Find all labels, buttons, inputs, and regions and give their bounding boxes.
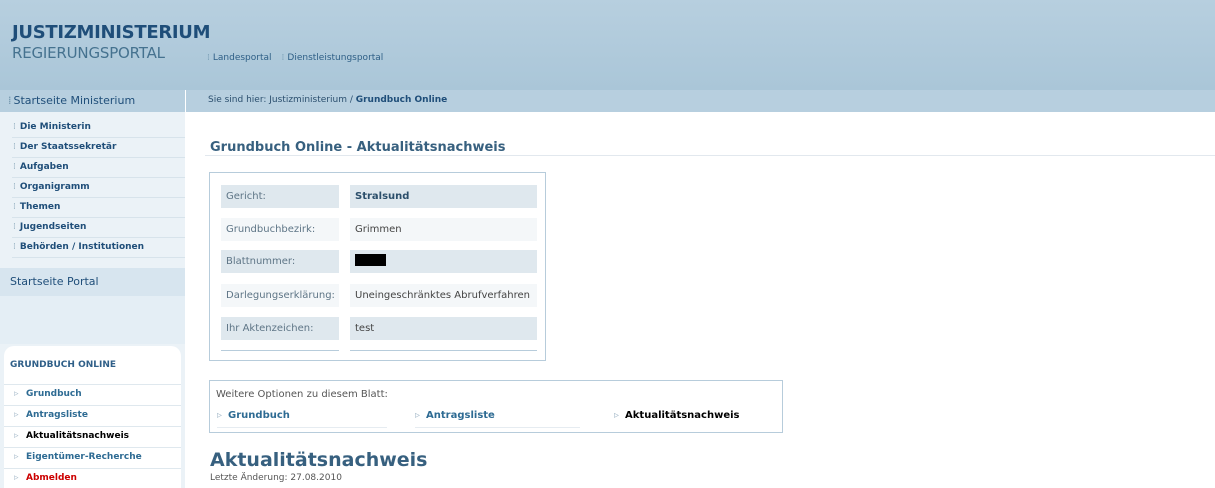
bullet-icon: ⁞ xyxy=(13,222,16,232)
bullet-icon: ⁞ xyxy=(8,94,12,107)
breadcrumb-prefix[interactable]: Sie sind hier: Justizministerium / xyxy=(208,95,356,105)
arrow-right-icon: ▹ xyxy=(614,410,620,421)
bullet-icon: ⁞ xyxy=(13,142,16,152)
breadcrumb-current: Grundbuch Online xyxy=(355,95,448,105)
option-link-grundbuch[interactable]: ▹ Grundbuch xyxy=(217,410,290,421)
option-underline xyxy=(415,427,580,428)
grundbuch-nav-item-antragsliste[interactable]: ▹ Antragsliste xyxy=(4,405,181,426)
info-divider xyxy=(221,350,339,351)
grundbuch-nav: ▹ Grundbuch ▹ Antragsliste ▹ Aktualitätsnac… xyxy=(4,384,181,488)
info-value-redacted xyxy=(350,250,537,273)
redaction-block xyxy=(355,254,386,266)
last-change: Letzte Änderung: 27.08.2010 xyxy=(210,473,342,483)
sidebar-nav: ⁞ Die Ministerin ⁞ Der Staatssekretär ⁞ Auf… xyxy=(12,118,185,258)
info-panel: Gericht: Stralsund Grundbuchbezirk: Grim… xyxy=(209,172,546,361)
grundbuch-nav-item-grundbuch[interactable]: ▹ Grundbuch xyxy=(4,384,181,405)
info-label: Darlegungserklärung: xyxy=(221,284,339,307)
options-panel: Weitere Optionen zu diesem Blatt: ▹ Grund… xyxy=(209,380,783,433)
sidebar-item-themen[interactable]: ⁞ Themen xyxy=(12,198,185,218)
info-divider xyxy=(350,350,537,351)
info-label: Gericht: xyxy=(221,185,339,208)
bullet-icon: ⁞ xyxy=(13,202,16,212)
sidebar-item-ministerin[interactable]: ⁞ Die Ministerin xyxy=(12,118,185,138)
sidebar-spacer xyxy=(0,296,185,344)
title-divider xyxy=(205,155,1215,156)
sidebar-item-behoerden[interactable]: ⁞ Behörden / Institutionen xyxy=(12,238,185,258)
info-label: Grundbuchbezirk: xyxy=(221,218,339,241)
grundbuch-nav-box: GRUNDBUCH ONLINE ▹ Grundbuch ▹ Antragslist… xyxy=(4,346,181,488)
arrow-right-icon: ▹ xyxy=(14,473,19,483)
option-link-aktualitaetsnachweis[interactable]: ▹ Aktualitätsnachweis xyxy=(614,410,740,421)
options-title: Weitere Optionen zu diesem Blatt: xyxy=(216,389,388,400)
bullet-icon: ⁞ xyxy=(13,122,16,132)
logo-subtitle[interactable]: REGIERUNGSPORTAL xyxy=(12,44,165,62)
arrow-right-icon: ▹ xyxy=(415,410,421,421)
arrow-right-icon: ▹ xyxy=(217,410,223,421)
sidebar-item-organigramm[interactable]: ⁞ Organigramm xyxy=(12,178,185,198)
header: JUSTIZMINISTERIUM REGIERUNGSPORTAL ⁞ Land… xyxy=(0,0,1215,90)
arrow-right-icon: ▹ xyxy=(14,389,19,399)
top-link-dienstleistungsportal[interactable]: ⁞ Dienstleistungsportal xyxy=(282,53,384,63)
info-value: Uneingeschränktes Abrufverfahren xyxy=(350,284,537,307)
grundbuch-nav-item-abmelden[interactable]: ▹ Abmelden xyxy=(4,468,181,488)
bullet-icon: ⁞ xyxy=(207,53,210,63)
grundbuch-nav-title: GRUNDBUCH ONLINE xyxy=(10,360,117,370)
info-label: Ihr Aktenzeichen: xyxy=(221,317,339,340)
bullet-icon: ⁞ xyxy=(13,242,16,252)
info-label: Blattnummer: xyxy=(221,250,339,273)
sidebar: ⁞ Startseite Ministerium ⁞ Die Ministerin … xyxy=(0,90,185,488)
info-value: Grimmen xyxy=(350,218,537,241)
arrow-right-icon: ▹ xyxy=(14,452,19,462)
option-link-antragsliste[interactable]: ▹ Antragsliste xyxy=(415,410,495,421)
sidebar-item-aufgaben[interactable]: ⁞ Aufgaben xyxy=(12,158,185,178)
info-value: test xyxy=(350,317,537,340)
arrow-right-icon: ▹ xyxy=(14,410,19,420)
sidebar-item-jugendseiten[interactable]: ⁞ Jugendseiten xyxy=(12,218,185,238)
top-links: ⁞ Landesportal ⁞ Dienstleistungsportal xyxy=(207,53,383,63)
bullet-icon: ⁞ xyxy=(281,53,285,63)
bullet-icon: ⁞ xyxy=(13,182,16,192)
sidebar-portal-link[interactable]: Startseite Portal xyxy=(0,268,185,296)
sidebar-home-link[interactable]: ⁞ Startseite Ministerium xyxy=(0,90,185,112)
breadcrumb: Sie sind hier: Justizministerium / Grund… xyxy=(185,90,1215,112)
logo-title[interactable]: JUSTIZMINISTERIUM xyxy=(12,22,211,43)
bullet-icon: ⁞ xyxy=(13,162,16,172)
arrow-right-icon: ▹ xyxy=(14,431,19,441)
page-title: Grundbuch Online - Aktualitätsnachweis xyxy=(210,140,506,155)
info-value: Stralsund xyxy=(350,185,537,208)
section-title: Aktualitätsnachweis xyxy=(210,449,428,471)
top-link-landesportal[interactable]: ⁞ Landesportal xyxy=(207,53,272,63)
sidebar-item-staatssekretaer[interactable]: ⁞ Der Staatssekretär xyxy=(12,138,185,158)
option-underline xyxy=(217,427,387,428)
grundbuch-nav-item-aktualitaetsnachweis[interactable]: ▹ Aktualitätsnachweis xyxy=(4,426,181,447)
grundbuch-nav-item-eigentuemer-recherche[interactable]: ▹ Eigentümer-Recherche xyxy=(4,447,181,468)
